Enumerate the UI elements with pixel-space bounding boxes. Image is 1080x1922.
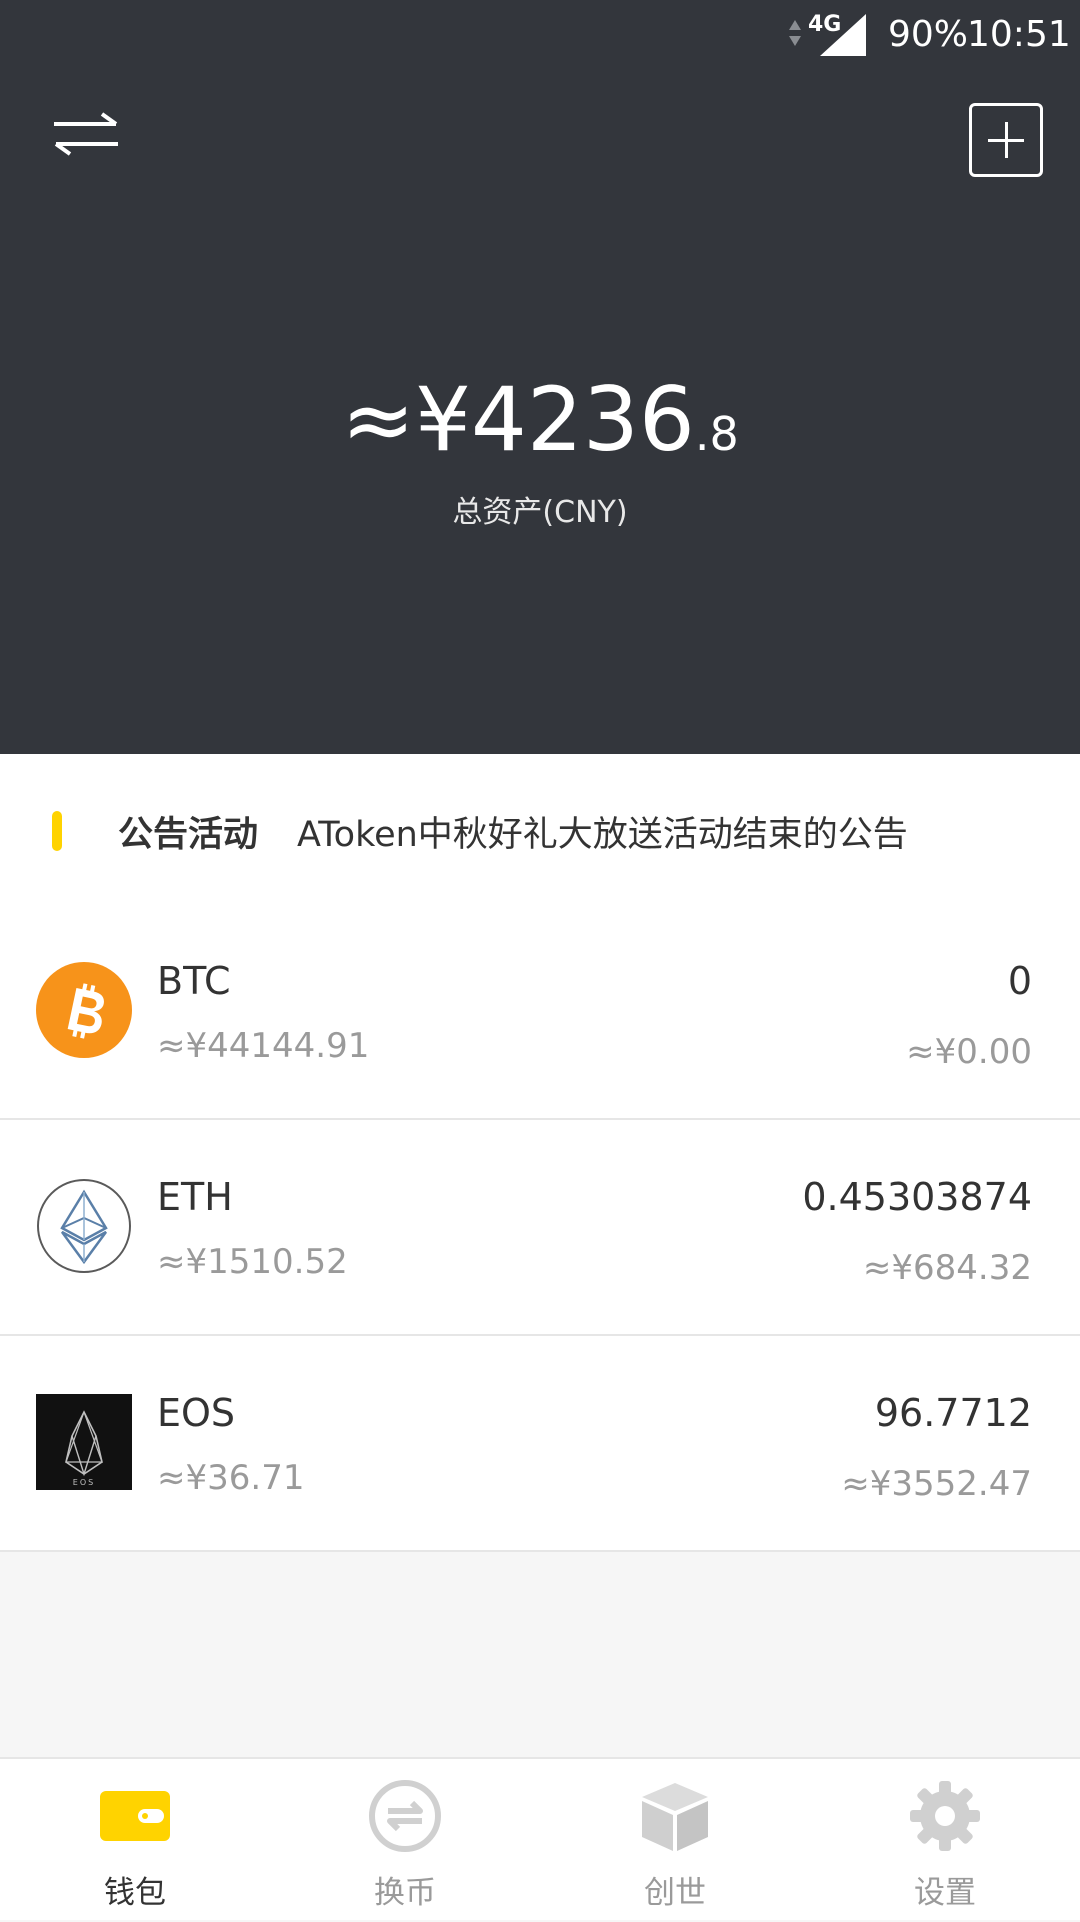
- token-value: ≈¥684.32: [862, 1248, 1032, 1288]
- nav-label: 创世: [644, 1875, 706, 1911]
- token-price: ≈¥36.71: [157, 1458, 305, 1498]
- token-balance: 0.45303874: [802, 1175, 1032, 1219]
- svg-text:EOS: EOS: [73, 1478, 95, 1487]
- clock-time: 10:51: [967, 14, 1071, 55]
- nav-item-settings[interactable]: 设置: [810, 1759, 1080, 1922]
- token-balance: 96.7712: [874, 1391, 1032, 1435]
- data-activity-icon: [789, 20, 801, 46]
- token-row-eth[interactable]: ETH ≈¥1510.52 0.45303874 ≈¥684.32: [0, 1120, 1080, 1336]
- ethereum-icon: [37, 1179, 131, 1273]
- token-symbol: BTC: [157, 959, 231, 1003]
- battery-level: 90%: [888, 14, 969, 55]
- nav-item-exchange[interactable]: 换币: [270, 1759, 540, 1922]
- wallet-icon: [100, 1791, 170, 1841]
- token-list: BTC ≈¥44144.91 0 ≈¥0.00 ETH ≈¥1510.52 0.…: [0, 904, 1080, 1552]
- bottom-navigation: 钱包 换币 创世 设置: [0, 1757, 1080, 1920]
- gear-icon: [910, 1781, 980, 1851]
- token-value: ≈¥3552.47: [841, 1464, 1032, 1504]
- token-row-btc[interactable]: BTC ≈¥44144.91 0 ≈¥0.00: [0, 904, 1080, 1120]
- status-bar: 4G 90% 10:51: [0, 0, 1080, 80]
- eos-icon: EOS: [36, 1394, 132, 1490]
- total-amount-decimal: .8: [694, 407, 739, 461]
- token-price: ≈¥44144.91: [157, 1026, 370, 1066]
- add-asset-button[interactable]: [969, 103, 1043, 177]
- nav-label: 设置: [914, 1875, 976, 1911]
- total-assets: ≈¥4236.8 总资产(CNY): [0, 365, 1080, 533]
- announcement-text: AToken中秋好礼大放送活动结束的公告: [297, 815, 908, 855]
- announcement-bar[interactable]: 公告活动 AToken中秋好礼大放送活动结束的公告: [0, 754, 1080, 904]
- announcement-accent: [52, 811, 62, 851]
- bitcoin-icon: [36, 962, 132, 1058]
- total-amount-integer: ≈¥4236: [341, 368, 695, 471]
- nav-item-wallet[interactable]: 钱包: [0, 1759, 270, 1922]
- signal-icon: [820, 14, 866, 56]
- token-value: ≈¥0.00: [906, 1032, 1032, 1072]
- total-assets-label: 总资产(CNY): [452, 495, 628, 530]
- token-symbol: ETH: [157, 1175, 233, 1219]
- exchange-icon: [369, 1780, 441, 1852]
- nav-label: 钱包: [104, 1875, 166, 1911]
- wallet-header: 4G 90% 10:51 ≈¥4236.8 总资产(CNY): [0, 0, 1080, 754]
- token-symbol: EOS: [157, 1391, 236, 1435]
- cube-icon: [642, 1783, 708, 1851]
- token-balance: 0: [1007, 959, 1032, 1003]
- token-row-eos[interactable]: EOS EOS ≈¥36.71 96.7712 ≈¥3552.47: [0, 1336, 1080, 1552]
- swap-wallet-icon[interactable]: [50, 112, 122, 156]
- total-amount: ≈¥4236.8: [0, 365, 1080, 489]
- nav-label: 换币: [374, 1875, 436, 1911]
- nav-item-genesis[interactable]: 创世: [540, 1759, 810, 1922]
- announcement-tag: 公告活动: [118, 815, 259, 855]
- token-price: ≈¥1510.52: [157, 1242, 348, 1282]
